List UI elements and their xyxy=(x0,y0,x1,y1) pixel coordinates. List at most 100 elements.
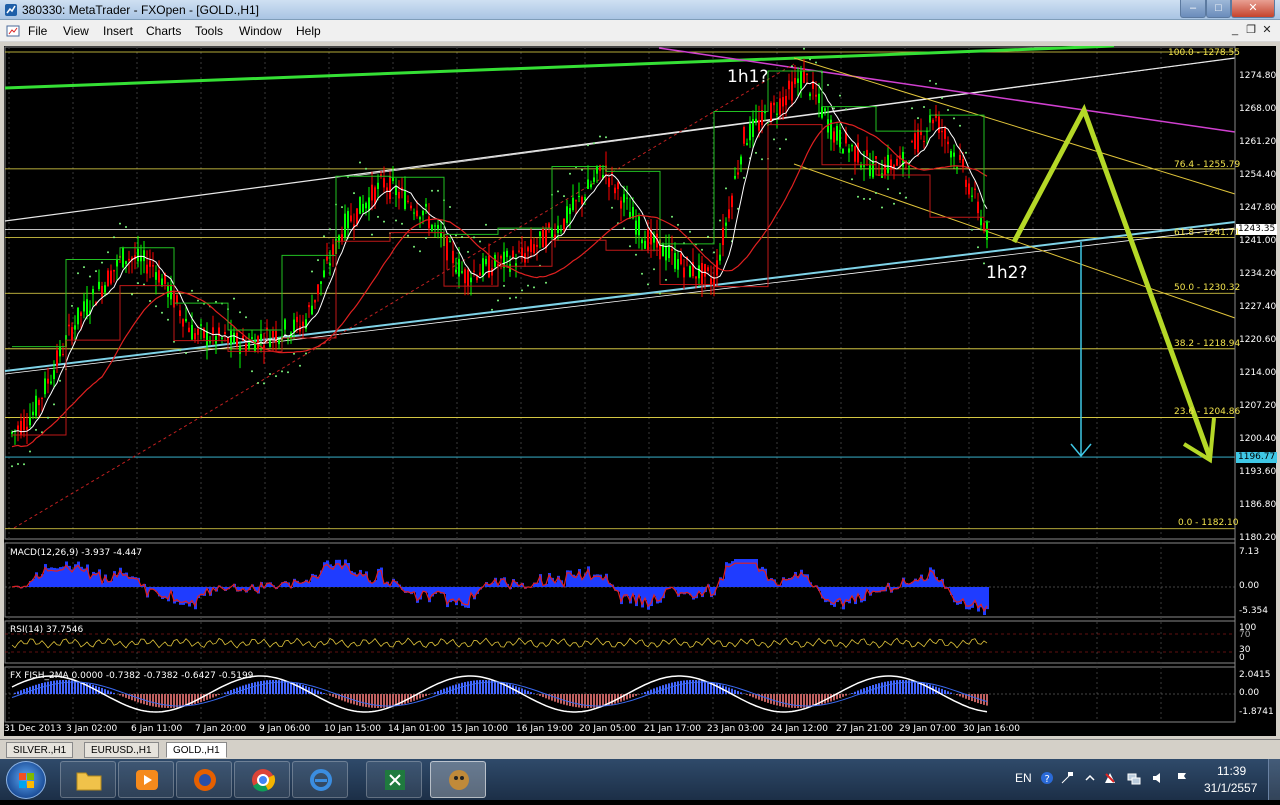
action-center-icon[interactable] xyxy=(1103,771,1117,785)
fisher-bar xyxy=(227,691,229,694)
fisher-bar xyxy=(737,691,739,694)
candle-body xyxy=(569,208,571,214)
candle-body xyxy=(974,189,976,190)
fisher-bar xyxy=(254,682,256,694)
chart-area[interactable]: 1274.80 1268.00 1261.20 1254.40 1247.80 … xyxy=(4,46,1276,736)
candle-body xyxy=(398,192,400,198)
fisher-bar xyxy=(509,684,511,694)
clock-date[interactable]: 31/1/2557 xyxy=(1204,781,1257,795)
taskbar-media-player[interactable] xyxy=(118,761,174,798)
fisher-bar xyxy=(782,694,784,707)
taskbar-metatrader[interactable] xyxy=(430,761,486,798)
close-button[interactable]: ✕ xyxy=(1231,0,1275,18)
fisher-bar xyxy=(179,694,181,707)
psar-dot xyxy=(707,236,709,238)
tab-gold[interactable]: GOLD.,H1 xyxy=(166,742,227,758)
speaker-icon[interactable] xyxy=(1151,771,1165,785)
taskbar-chrome[interactable] xyxy=(234,761,290,798)
psar-dot xyxy=(851,178,853,180)
candle-body xyxy=(953,153,955,157)
chart-window-icon[interactable] xyxy=(6,24,20,38)
candle-body xyxy=(71,327,73,340)
date-tick: 27 Jan 21:00 xyxy=(836,724,893,735)
psar-dot xyxy=(953,117,955,119)
clock-time[interactable]: 11:39 xyxy=(1217,764,1246,778)
taskbar-explorer[interactable] xyxy=(60,761,116,798)
chevron-up-icon[interactable] xyxy=(1083,771,1097,785)
menu-window[interactable]: Window xyxy=(239,24,282,38)
psar-dot xyxy=(299,365,301,367)
fisher-bar xyxy=(677,681,679,694)
fisher-bar xyxy=(389,694,391,707)
language-bar-icon[interactable] xyxy=(1060,771,1074,785)
candle-body xyxy=(623,194,625,202)
maximize-button[interactable]: □ xyxy=(1206,0,1231,18)
psar-dot xyxy=(71,305,73,307)
psar-dot xyxy=(629,245,631,247)
candle-body xyxy=(701,263,703,284)
fisher-bar xyxy=(314,689,316,694)
language-indicator[interactable]: EN xyxy=(1015,771,1032,785)
network-icon[interactable] xyxy=(1127,771,1141,785)
psar-dot xyxy=(893,203,895,205)
fisher-bar xyxy=(647,691,649,694)
taskbar-firefox[interactable] xyxy=(176,761,232,798)
price-chart[interactable] xyxy=(4,46,1276,736)
psar-dot xyxy=(245,316,247,318)
show-desktop-button[interactable] xyxy=(1268,759,1280,800)
candle-body xyxy=(125,261,127,264)
menu-help[interactable]: Help xyxy=(296,24,321,38)
fisher-bar xyxy=(656,687,658,694)
candle-body xyxy=(233,333,235,343)
mdi-close-button[interactable]: ✕ xyxy=(1260,23,1274,38)
fisher-bar xyxy=(896,680,898,694)
candle-body xyxy=(200,324,202,325)
fisher-bar xyxy=(494,681,496,694)
candle-body xyxy=(59,347,61,357)
psar-dot xyxy=(305,353,307,355)
fisher-bar xyxy=(956,694,958,695)
candle-body xyxy=(356,208,358,224)
help-icon[interactable]: ? xyxy=(1040,771,1054,785)
fisher-bar xyxy=(263,681,265,694)
fisher-bar xyxy=(212,694,214,698)
psar-dot xyxy=(89,276,91,278)
start-button[interactable] xyxy=(6,761,46,799)
menu-file[interactable]: File xyxy=(28,24,47,38)
fisher-bar xyxy=(563,694,565,705)
tab-eurusd[interactable]: EURUSD.,H1 xyxy=(84,742,159,758)
menu-charts[interactable]: Charts xyxy=(146,24,181,38)
flag-icon[interactable] xyxy=(1175,771,1189,785)
mdi-restore-button[interactable]: ❐ xyxy=(1244,23,1258,38)
menu-view[interactable]: View xyxy=(63,24,89,38)
fisher-bar xyxy=(104,689,106,694)
fisher-bar xyxy=(887,681,889,694)
candle-body xyxy=(635,221,637,235)
psar-dot xyxy=(491,309,493,311)
fisher-bar xyxy=(809,694,811,707)
psar-dot xyxy=(869,198,871,200)
candle-body xyxy=(668,245,670,258)
mdi-minimize-button[interactable]: _ xyxy=(1228,23,1242,38)
psar-dot xyxy=(527,285,529,287)
candle-body xyxy=(293,320,295,332)
tab-silver[interactable]: SILVER.,H1 xyxy=(6,742,73,758)
taskbar-excel[interactable] xyxy=(366,761,422,798)
window-title-bar[interactable]: 380330: MetaTrader - FXOpen - [GOLD.,H1]… xyxy=(0,0,1280,20)
taskbar-internet-explorer[interactable] xyxy=(292,761,348,798)
minimize-button[interactable]: – xyxy=(1180,0,1206,18)
fisher-bar xyxy=(890,681,892,694)
candle-body xyxy=(104,285,106,292)
candle-body xyxy=(752,119,754,137)
psar-dot xyxy=(281,370,283,372)
candle-body xyxy=(677,259,679,270)
candle-body xyxy=(143,250,145,261)
fisher-bar xyxy=(299,684,301,694)
candle-body xyxy=(179,310,181,316)
candle-body xyxy=(257,336,259,349)
menu-insert[interactable]: Insert xyxy=(103,24,133,38)
price-tick: 1220.60 xyxy=(1239,335,1276,346)
psar-dot xyxy=(563,195,565,197)
menu-tools[interactable]: Tools xyxy=(195,24,223,38)
candle-body xyxy=(641,240,643,244)
